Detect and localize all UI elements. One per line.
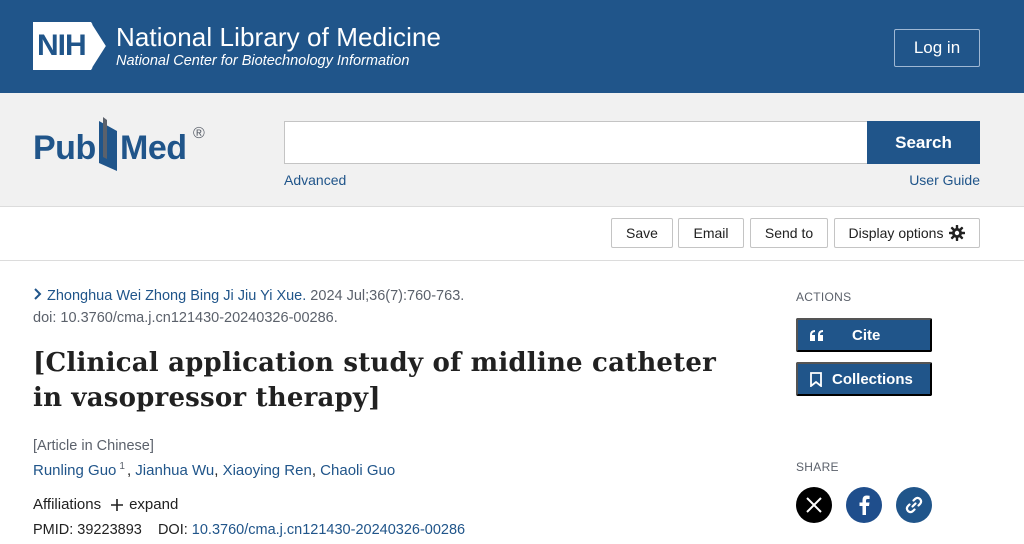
affiliations-label: Affiliations bbox=[33, 496, 102, 513]
display-options-label: Display options bbox=[848, 225, 944, 241]
doi-line: doi: 10.3760/cma.j.cn121430-20240326-002… bbox=[33, 310, 338, 326]
search-button[interactable]: Search bbox=[867, 121, 980, 164]
bookmark-icon bbox=[798, 371, 826, 387]
author-link[interactable]: Runling Guo bbox=[33, 462, 116, 479]
share-x-button[interactable] bbox=[796, 487, 832, 523]
pubmed-logo-pub: Pub bbox=[33, 129, 96, 167]
nih-header: NIH National Library of Medicine Nationa… bbox=[0, 0, 1024, 93]
article-toolbar: Save Email Send to Display options bbox=[0, 207, 1024, 261]
share-heading: SHARE bbox=[796, 460, 839, 474]
link-icon bbox=[905, 496, 923, 514]
article-title: [Clinical application study of midline c… bbox=[33, 348, 717, 413]
author-link[interactable]: Xiaoying Ren bbox=[223, 462, 312, 479]
quote-icon bbox=[798, 329, 826, 341]
share-link-button[interactable] bbox=[896, 487, 932, 523]
expand-label: expand bbox=[129, 496, 179, 513]
author-list: Runling Guo 1, Jianhua Wu, Xiaoying Ren, … bbox=[33, 461, 396, 479]
pubmed-logo[interactable]: Pub Med ® bbox=[33, 115, 213, 175]
chevron-right-icon[interactable] bbox=[33, 287, 47, 305]
display-options-button[interactable]: Display options bbox=[834, 218, 980, 248]
advanced-search-link[interactable]: Advanced bbox=[284, 172, 346, 188]
journal-link[interactable]: Zhonghua Wei Zhong Bing Ji Jiu Yi Xue. bbox=[47, 288, 306, 304]
author-affiliation-ref[interactable]: 1 bbox=[119, 461, 125, 472]
doi-link[interactable]: 10.3760/cma.j.cn121430-20240326-00286 bbox=[192, 522, 465, 538]
pubmed-logo-med: Med bbox=[120, 129, 187, 167]
cite-button[interactable]: Cite bbox=[796, 318, 932, 352]
email-button[interactable]: Email bbox=[678, 218, 744, 248]
user-guide-link[interactable]: User Guide bbox=[909, 172, 980, 188]
actions-heading: ACTIONS bbox=[796, 290, 852, 304]
article-identifiers: PMID: 39223893 DOI: 10.3760/cma.j.cn1214… bbox=[33, 522, 465, 538]
affiliations-row: Affiliations expand bbox=[33, 496, 178, 513]
nih-badge: NIH bbox=[33, 22, 107, 70]
pmid-label: PMID: 39223893 bbox=[33, 522, 142, 538]
facebook-icon bbox=[859, 495, 870, 515]
send-to-button[interactable]: Send to bbox=[750, 218, 828, 248]
login-button[interactable]: Log in bbox=[894, 29, 980, 67]
nih-subtitle: National Center for Biotechnology Inform… bbox=[116, 53, 410, 69]
author-link[interactable]: Chaoli Guo bbox=[320, 462, 395, 479]
x-icon bbox=[806, 497, 822, 513]
pubmed-logo-reg: ® bbox=[193, 125, 205, 142]
nih-logo[interactable]: NIH National Library of Medicine Nationa… bbox=[33, 22, 441, 70]
pubmed-book-icon bbox=[99, 117, 117, 171]
collections-button[interactable]: Collections bbox=[796, 362, 932, 396]
article-language: [Article in Chinese] bbox=[33, 438, 154, 454]
gear-icon bbox=[949, 225, 966, 241]
cite-label: Cite bbox=[852, 326, 881, 344]
nih-title: National Library of Medicine bbox=[116, 22, 442, 52]
expand-affiliations-button[interactable]: expand bbox=[111, 496, 178, 513]
search-input[interactable] bbox=[284, 121, 868, 164]
plus-icon bbox=[111, 498, 124, 511]
journal-citation: Zhonghua Wei Zhong Bing Ji Jiu Yi Xue. 2… bbox=[33, 287, 464, 305]
doi-label: DOI: bbox=[157, 522, 188, 538]
nih-badge-text: NIH bbox=[37, 29, 87, 62]
share-facebook-button[interactable] bbox=[846, 487, 882, 523]
collections-label: Collections bbox=[832, 370, 913, 388]
citation-info: 2024 Jul;36(7):760-763. bbox=[306, 288, 465, 304]
search-area: Pub Med ® Search Advanced User Guide bbox=[0, 93, 1024, 207]
save-button[interactable]: Save bbox=[611, 218, 673, 248]
author-link[interactable]: Jianhua Wu bbox=[135, 462, 214, 479]
